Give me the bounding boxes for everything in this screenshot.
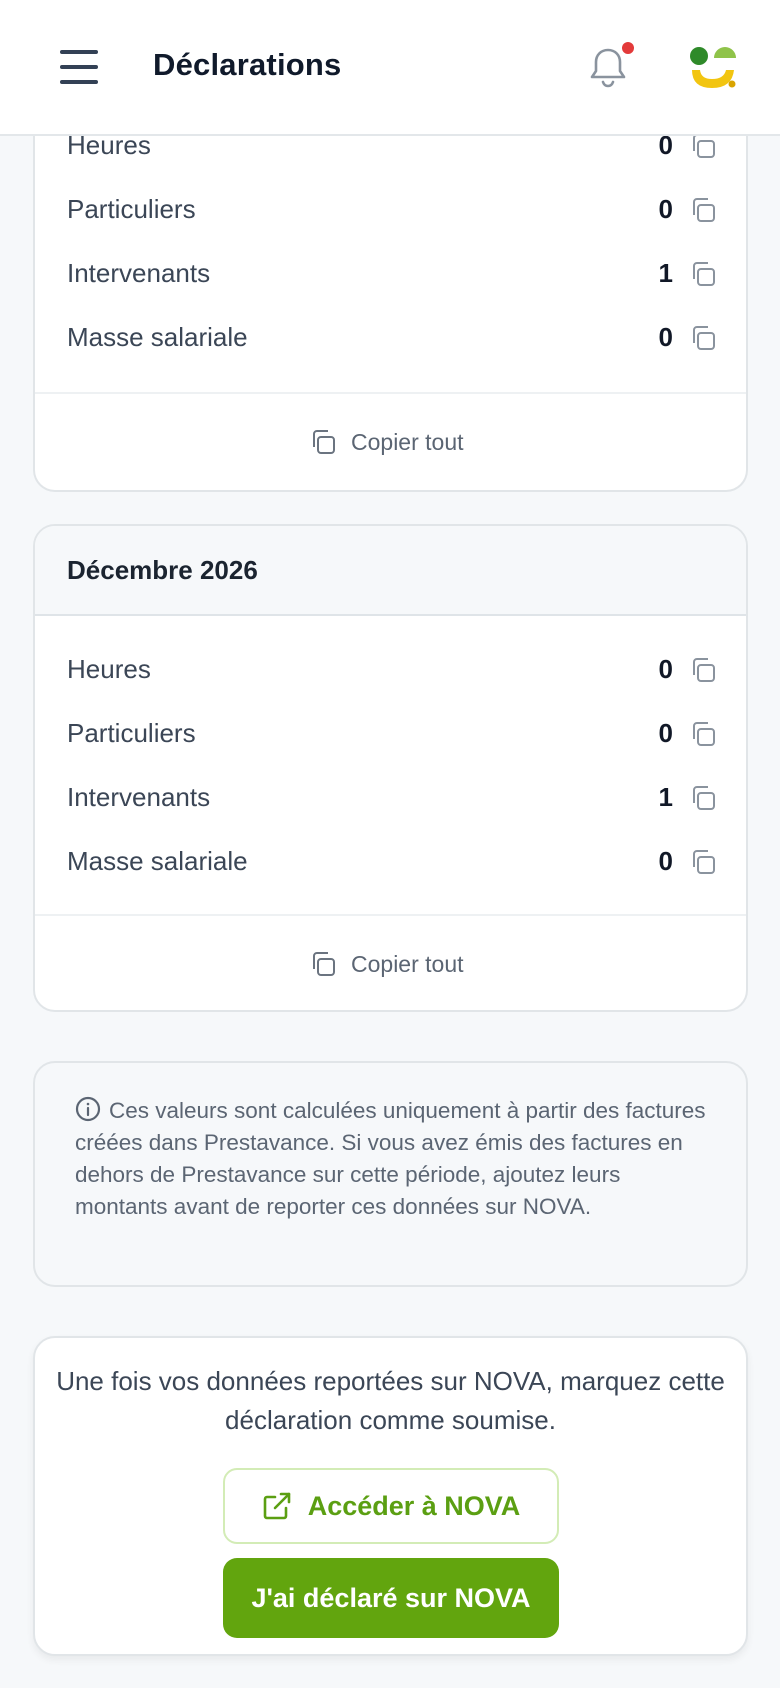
copy-icon[interactable] (689, 260, 717, 288)
row-masse-salariale: Masse salariale 0 (67, 318, 717, 358)
card-footer: Copier tout (35, 914, 746, 1010)
copy-icon[interactable] (689, 720, 717, 748)
row-masse-salariale: Masse salariale 0 (67, 842, 717, 882)
copy-icon[interactable] (689, 324, 717, 352)
copy-icon[interactable] (689, 656, 717, 684)
copy-icon[interactable] (689, 132, 717, 160)
row-label: Intervenants (67, 782, 211, 812)
row-value: 0 (658, 846, 673, 876)
card-title: Décembre 2026 (35, 526, 746, 616)
row-value: 0 (658, 194, 673, 224)
page-title: Déclarations (153, 47, 342, 82)
copy-all-label: Copier tout (351, 950, 464, 977)
declaration-card-decembre-2026: Décembre 2026 Heures 0 Particuliers 0 In… (33, 524, 748, 1012)
hamburger-menu-icon[interactable] (60, 50, 98, 84)
row-value: 0 (658, 654, 673, 684)
open-nova-button[interactable]: Accéder à NOVA (223, 1468, 559, 1544)
row-label: Masse salariale (67, 846, 248, 876)
copy-all-button[interactable]: Copier tout (309, 428, 464, 456)
copy-icon (313, 952, 335, 976)
declared-on-nova-button[interactable]: J'ai déclaré sur NOVA (223, 1558, 559, 1638)
copy-all-label: Copier tout (351, 428, 464, 455)
copy-all-button[interactable]: Copier tout (309, 950, 464, 978)
info-notice: Ces valeurs sont calculées uniquement à … (33, 1061, 748, 1287)
copy-icon (313, 430, 335, 454)
row-label: Masse salariale (67, 322, 248, 352)
info-circle-icon (75, 1096, 101, 1122)
brand-logo-avatar[interactable] (686, 44, 740, 92)
app-header: Déclarations (0, 0, 780, 136)
row-intervenants: Intervenants 1 (67, 778, 717, 818)
row-label: Heures (67, 654, 151, 684)
external-link-icon (263, 1492, 291, 1520)
open-nova-label: Accéder à NOVA (307, 1490, 521, 1521)
row-label: Intervenants (67, 258, 211, 288)
submit-declaration-card: Une fois vos données reportées sur NOVA,… (33, 1336, 748, 1656)
copy-icon[interactable] (689, 196, 717, 224)
row-label: Particuliers (67, 718, 196, 748)
row-heures: Heures 0 (67, 650, 717, 690)
info-text: Ces valeurs sont calculées uniquement à … (75, 1098, 706, 1219)
row-intervenants: Intervenants 1 (67, 254, 717, 294)
declaration-card-previous: Heures 0 Particuliers 0 Intervenants 1 M… (33, 110, 748, 492)
copy-icon[interactable] (689, 848, 717, 876)
row-label: Particuliers (67, 194, 196, 224)
row-particuliers: Particuliers 0 (67, 190, 717, 230)
row-value: 0 (658, 322, 673, 352)
notification-dot (622, 42, 634, 54)
submit-instructions: Une fois vos données reportées sur NOVA,… (56, 1366, 725, 1435)
copy-icon[interactable] (689, 784, 717, 812)
row-value: 1 (658, 258, 673, 288)
row-value: 0 (658, 718, 673, 748)
row-particuliers: Particuliers 0 (67, 714, 717, 754)
row-value: 1 (658, 782, 673, 812)
card-footer: Copier tout (35, 392, 746, 490)
bell-icon[interactable] (588, 46, 628, 90)
